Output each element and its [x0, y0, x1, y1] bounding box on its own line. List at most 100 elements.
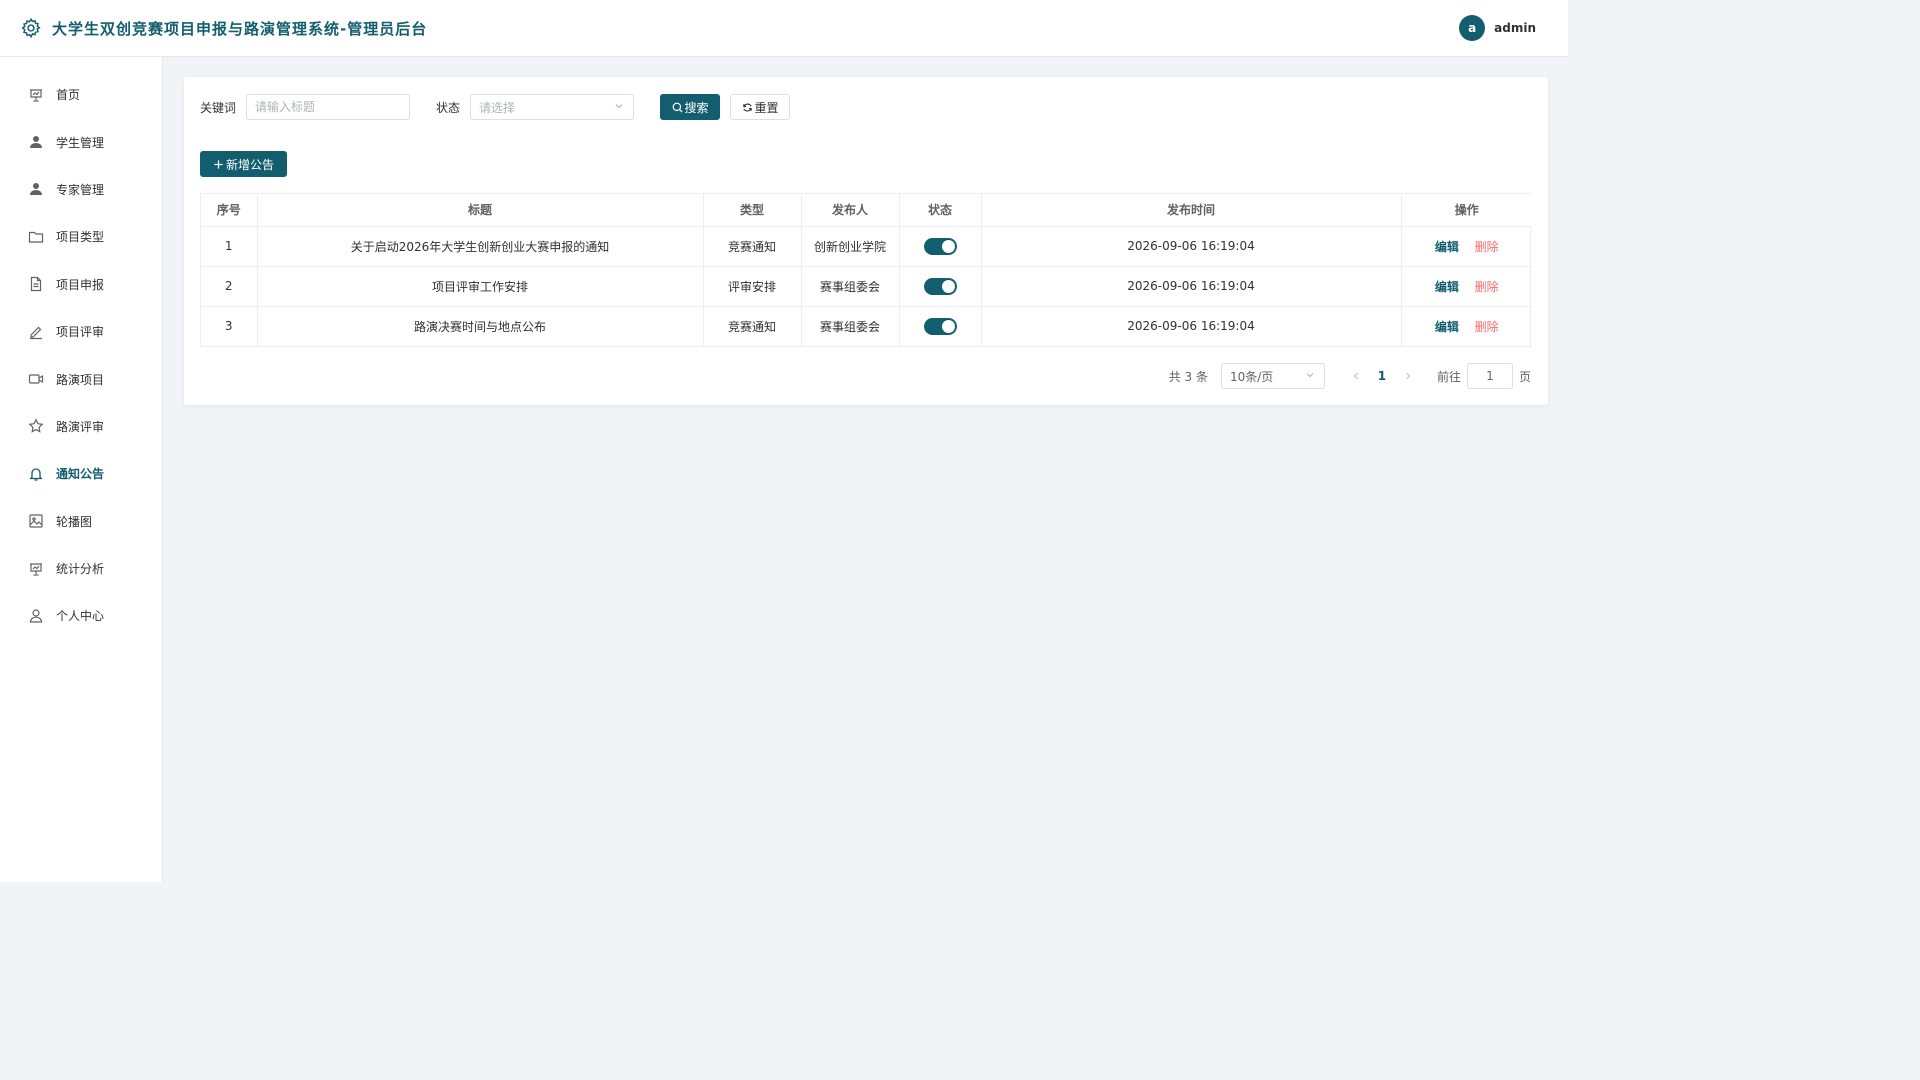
- cell-actions: 编辑 删除: [1401, 266, 1532, 307]
- cell-status: [899, 266, 982, 307]
- star-icon: [28, 418, 44, 434]
- delete-link[interactable]: 删除: [1475, 280, 1499, 294]
- cell-publisher: 赛事组委会: [801, 306, 900, 347]
- status-toggle[interactable]: [923, 237, 957, 255]
- cell-index: 3: [201, 306, 258, 347]
- column-header: 标题: [257, 194, 704, 227]
- sidebar-item-label: 首页: [56, 88, 81, 103]
- sidebar-item-notices[interactable]: 通知公告: [0, 450, 162, 497]
- sidebar-item-label: 路演项目: [56, 372, 105, 387]
- sidebar-item-experts[interactable]: 专家管理: [0, 166, 162, 213]
- video-camera-icon: [28, 371, 44, 387]
- page-unit-label: 页: [1518, 369, 1531, 384]
- keyword-label: 关键词: [200, 100, 237, 115]
- sidebar: 首页 学生管理 专家管理 项目类型 项目申报 项目评审 路演项目 路演评审 通知…: [0, 57, 163, 882]
- picture-icon: [28, 513, 44, 529]
- cell-type: 竞赛通知: [703, 306, 802, 347]
- sidebar-item-label: 轮播图: [56, 514, 93, 529]
- table-row: 3 路演决赛时间与地点公布 竞赛通知 赛事组委会 2026-09-06 16:1…: [201, 306, 1532, 347]
- notice-table: 序号 标题 类型 发布人 状态 发布时间 操作 1 关于启动2026年大学生创新…: [200, 193, 1532, 347]
- cell-time: 2026-09-06 16:19:04: [981, 266, 1402, 307]
- presentation-icon: [28, 87, 44, 103]
- sidebar-item-project-review[interactable]: 项目评审: [0, 308, 162, 355]
- page-size-select[interactable]: 10条/页: [1220, 363, 1325, 389]
- bell-icon: [28, 466, 44, 482]
- reset-button[interactable]: 重置: [730, 94, 791, 120]
- pagination: 共 3 条 10条/页 1 前往 页: [1169, 362, 1531, 390]
- sidebar-item-label: 统计分析: [56, 562, 105, 577]
- status-select[interactable]: 请选择: [470, 94, 635, 120]
- chevron-right-icon: [1406, 372, 1411, 380]
- gear-icon: [20, 17, 42, 39]
- sidebar-item-roadshow-review[interactable]: 路演评审: [0, 403, 162, 450]
- sidebar-item-label: 项目评审: [56, 325, 105, 340]
- presentation-icon: [28, 561, 44, 577]
- next-page-button[interactable]: [1395, 371, 1421, 381]
- refresh-icon: [742, 102, 753, 113]
- cell-status: [899, 306, 982, 347]
- table-row: 1 关于启动2026年大学生创新创业大赛申报的通知 竞赛通知 创新创业学院 20…: [201, 226, 1532, 267]
- column-header: 发布时间: [981, 194, 1402, 227]
- sidebar-item-roadshow-projects[interactable]: 路演项目: [0, 355, 162, 402]
- status-label: 状态: [436, 100, 461, 115]
- table-header-row: 序号 标题 类型 发布人 状态 发布时间 操作: [201, 194, 1532, 227]
- cell-title: 项目评审工作安排: [257, 266, 704, 307]
- cell-time: 2026-09-06 16:19:04: [981, 226, 1402, 267]
- cell-title: 关于启动2026年大学生创新创业大赛申报的通知: [257, 226, 704, 267]
- sidebar-item-label: 通知公告: [56, 467, 105, 482]
- cell-type: 竞赛通知: [703, 226, 802, 267]
- edit-link[interactable]: 编辑: [1435, 320, 1459, 334]
- table-row: 2 项目评审工作安排 评审安排 赛事组委会 2026-09-06 16:19:0…: [201, 266, 1532, 307]
- search-button[interactable]: 搜索: [660, 94, 721, 120]
- page-size-value: 10条/页: [1229, 369, 1274, 384]
- cell-index: 1: [201, 226, 258, 267]
- sidebar-item-label: 项目申报: [56, 277, 105, 292]
- cell-type: 评审安排: [703, 266, 802, 307]
- cell-actions: 编辑 删除: [1401, 306, 1532, 347]
- sidebar-item-label: 学生管理: [56, 135, 105, 150]
- column-header: 序号: [201, 194, 258, 227]
- username[interactable]: admin: [1494, 21, 1536, 35]
- status-toggle[interactable]: [923, 277, 957, 295]
- search-icon: [672, 102, 683, 113]
- sidebar-item-project-apply[interactable]: 项目申报: [0, 261, 162, 308]
- main-card: 关键词 状态 请选择 搜索 重置 新增公告: [184, 77, 1548, 405]
- delete-link[interactable]: 删除: [1475, 320, 1499, 334]
- cell-title: 路演决赛时间与地点公布: [257, 306, 704, 347]
- add-notice-button[interactable]: 新增公告: [200, 151, 288, 177]
- search-button-label: 搜索: [684, 100, 709, 115]
- cell-actions: 编辑 删除: [1401, 226, 1532, 267]
- chevron-down-icon: [613, 100, 625, 115]
- chevron-left-icon: [1353, 372, 1358, 380]
- cell-status: [899, 226, 982, 267]
- user-icon: [28, 608, 44, 624]
- prev-page-button[interactable]: [1343, 371, 1369, 381]
- filter-bar: 关键词 状态 请选择 搜索 重置: [200, 94, 791, 120]
- sidebar-item-label: 个人中心: [56, 609, 105, 624]
- cell-publisher: 创新创业学院: [801, 226, 900, 267]
- column-header: 类型: [703, 194, 802, 227]
- avatar[interactable]: a: [1459, 15, 1486, 41]
- sidebar-item-statistics[interactable]: 统计分析: [0, 545, 162, 592]
- sidebar-item-students[interactable]: 学生管理: [0, 118, 162, 165]
- app-title: 大学生双创竞赛项目申报与路演管理系统-管理员后台: [52, 19, 428, 38]
- goto-page-input[interactable]: [1466, 363, 1513, 389]
- sidebar-item-project-types[interactable]: 项目类型: [0, 213, 162, 260]
- sidebar-item-carousel[interactable]: 轮播图: [0, 498, 162, 545]
- sidebar-item-profile[interactable]: 个人中心: [0, 592, 162, 639]
- status-toggle[interactable]: [923, 317, 957, 335]
- chevron-down-icon: [1304, 369, 1316, 384]
- page-number[interactable]: 1: [1369, 369, 1395, 383]
- user-menu[interactable]: a admin: [1459, 15, 1536, 41]
- goto-label: 前往: [1436, 369, 1461, 384]
- edit-link[interactable]: 编辑: [1435, 240, 1459, 254]
- keyword-input[interactable]: [246, 94, 411, 120]
- delete-link[interactable]: 删除: [1475, 240, 1499, 254]
- cell-time: 2026-09-06 16:19:04: [981, 306, 1402, 347]
- cell-publisher: 赛事组委会: [801, 266, 900, 307]
- edit-pen-icon: [28, 324, 44, 340]
- edit-link[interactable]: 编辑: [1435, 280, 1459, 294]
- sidebar-item-home[interactable]: 首页: [0, 71, 162, 118]
- pagination-total: 共 3 条: [1168, 369, 1208, 384]
- column-header: 状态: [899, 194, 982, 227]
